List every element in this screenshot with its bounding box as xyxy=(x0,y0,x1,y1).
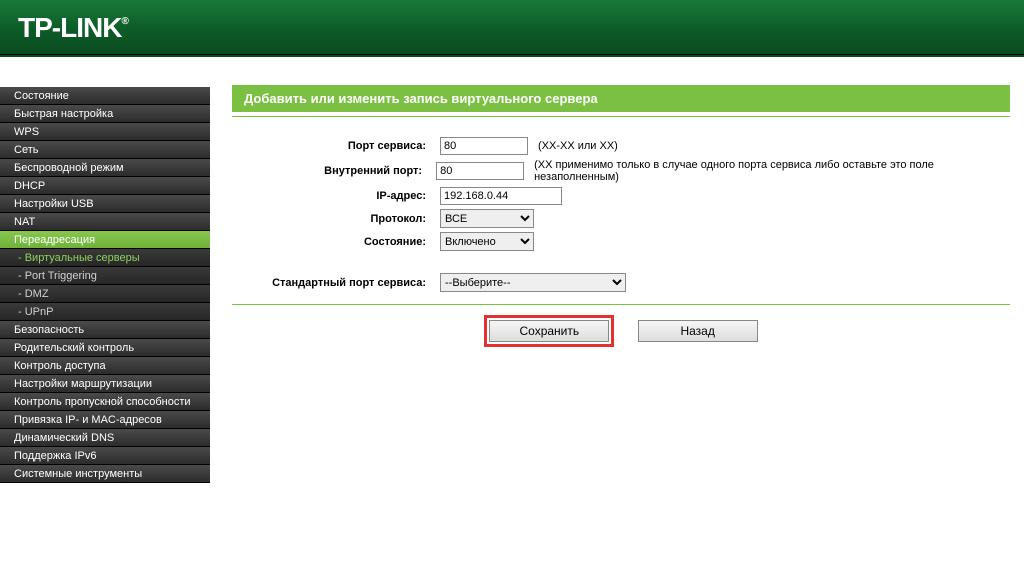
service-port-input[interactable] xyxy=(440,137,528,155)
nav-ipv6[interactable]: Поддержка IPv6 xyxy=(0,447,210,465)
nav-routing[interactable]: Настройки маршрутизации xyxy=(0,375,210,393)
nav-wireless[interactable]: Беспроводной режим xyxy=(0,159,210,177)
nav-ddns[interactable]: Динамический DNS xyxy=(0,429,210,447)
form-divider xyxy=(232,304,1010,305)
nav-nat[interactable]: NAT xyxy=(0,213,210,231)
nav-system[interactable]: Системные инструменты xyxy=(0,465,210,483)
nav-binding[interactable]: Привязка IP- и MAC-адресов xyxy=(0,411,210,429)
brand-logo: TP-LINK® xyxy=(18,12,128,44)
save-button-highlight: Сохранить xyxy=(484,315,614,347)
protocol-select[interactable]: ВСЕ xyxy=(440,209,534,228)
sidebar: Состояние Быстрая настройка WPS Сеть Бес… xyxy=(0,57,210,583)
title-divider xyxy=(232,116,1010,117)
nav-quick-setup[interactable]: Быстрая настройка xyxy=(0,105,210,123)
nav-dhcp[interactable]: DHCP xyxy=(0,177,210,195)
service-port-label: Порт сервиса: xyxy=(232,140,440,152)
virtual-server-form: Порт сервиса: (XX-XX или XX) Внутренний … xyxy=(232,137,1010,292)
nav-wps[interactable]: WPS xyxy=(0,123,210,141)
internal-port-hint: (XX применимо только в случае одного пор… xyxy=(534,159,1010,183)
nav-dmz[interactable]: - DMZ xyxy=(0,285,210,303)
nav-security[interactable]: Безопасность xyxy=(0,321,210,339)
service-port-hint: (XX-XX или XX) xyxy=(538,140,618,152)
header: TP-LINK® xyxy=(0,0,1024,55)
nav-parental[interactable]: Родительский контроль xyxy=(0,339,210,357)
nav-status[interactable]: Состояние xyxy=(0,87,210,105)
save-button[interactable]: Сохранить xyxy=(489,320,609,342)
internal-port-input[interactable] xyxy=(436,162,524,180)
nav-upnp[interactable]: - UPnP xyxy=(0,303,210,321)
nav-network[interactable]: Сеть xyxy=(0,141,210,159)
ip-address-input[interactable] xyxy=(440,187,562,205)
nav-bandwidth[interactable]: Контроль пропускной способности xyxy=(0,393,210,411)
button-row: Сохранить Назад xyxy=(232,315,1010,347)
state-select[interactable]: Включено xyxy=(440,232,534,251)
common-port-select[interactable]: --Выберите-- xyxy=(440,273,626,292)
page-title: Добавить или изменить запись виртуальног… xyxy=(232,85,1010,112)
nav-access[interactable]: Контроль доступа xyxy=(0,357,210,375)
main-content: Добавить или изменить запись виртуальног… xyxy=(210,57,1024,583)
nav-port-triggering[interactable]: - Port Triggering xyxy=(0,267,210,285)
nav-usb[interactable]: Настройки USB xyxy=(0,195,210,213)
internal-port-label: Внутренний порт: xyxy=(232,165,436,177)
state-label: Состояние: xyxy=(232,236,440,248)
nav-forwarding[interactable]: Переадресация xyxy=(0,231,210,249)
ip-address-label: IP-адрес: xyxy=(232,190,440,202)
nav-virtual-servers[interactable]: - Виртуальные серверы xyxy=(0,249,210,267)
protocol-label: Протокол: xyxy=(232,213,440,225)
back-button[interactable]: Назад xyxy=(638,320,758,342)
common-port-label: Стандартный порт сервиса: xyxy=(232,277,440,289)
